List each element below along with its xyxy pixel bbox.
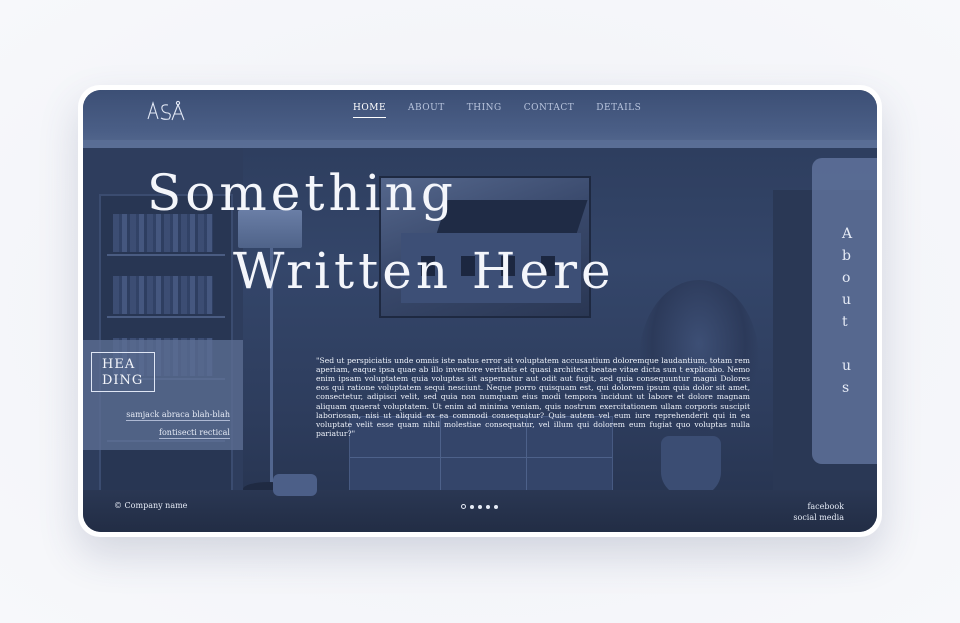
hero-title-line1: Something [147, 164, 457, 222]
nav-contact[interactable]: CONTACT [524, 103, 575, 118]
pagination-dot[interactable] [486, 504, 490, 509]
hero-title-line2: Written Here [233, 242, 615, 300]
shelf-row [107, 316, 225, 318]
about-letter: u [842, 358, 852, 374]
quote-paragraph: "Sed ut perspiciatis unde omnis iste nat… [316, 355, 750, 439]
about-letter: t [842, 314, 848, 330]
about-letter: b [842, 248, 851, 264]
site-logo[interactable] [147, 99, 187, 121]
heading-box: HEA DING [91, 352, 155, 392]
plant-pot [661, 436, 721, 496]
cabinet-line [350, 457, 612, 458]
pagination-dot[interactable] [494, 504, 498, 509]
about-letter: o [842, 270, 851, 286]
about-letter: s [842, 380, 850, 396]
about-letter: A [842, 226, 853, 242]
pagination-dots [461, 504, 498, 509]
card-link-2[interactable]: fontisecti rectical [159, 428, 230, 439]
pagination-dot[interactable] [478, 504, 482, 509]
nav-details[interactable]: DETAILS [596, 103, 641, 118]
nav-home[interactable]: HOME [353, 103, 387, 118]
room-floor [83, 490, 877, 532]
heading-line2: DING [102, 373, 144, 388]
nav-thing[interactable]: THING [467, 103, 502, 118]
social-facebook-link[interactable]: facebook [793, 501, 844, 512]
pagination-dot[interactable] [470, 504, 474, 509]
pagination-dot-current[interactable] [461, 504, 466, 509]
about-letter: u [842, 292, 852, 308]
heading-line1: HEA [102, 357, 136, 372]
main-nav: HOME ABOUT THING CONTACT DETAILS [353, 103, 641, 118]
books [113, 276, 213, 314]
shelf-row [107, 254, 225, 256]
nav-about[interactable]: ABOUT [408, 103, 445, 118]
copyright-text: © Company name [114, 501, 188, 510]
about-us-tab[interactable] [812, 158, 877, 464]
toy-car [273, 474, 317, 496]
social-links: facebook social media [793, 501, 844, 523]
compass-logo-icon [147, 100, 185, 121]
website-screen: HOME ABOUT THING CONTACT DETAILS Somethi… [83, 90, 877, 532]
heading-card: HEA DING samjack abraca blah-blah fontis… [83, 340, 243, 450]
ceiling-molding [83, 140, 877, 148]
social-media-link[interactable]: social media [793, 512, 844, 523]
card-link-1[interactable]: samjack abraca blah-blah [126, 410, 230, 421]
